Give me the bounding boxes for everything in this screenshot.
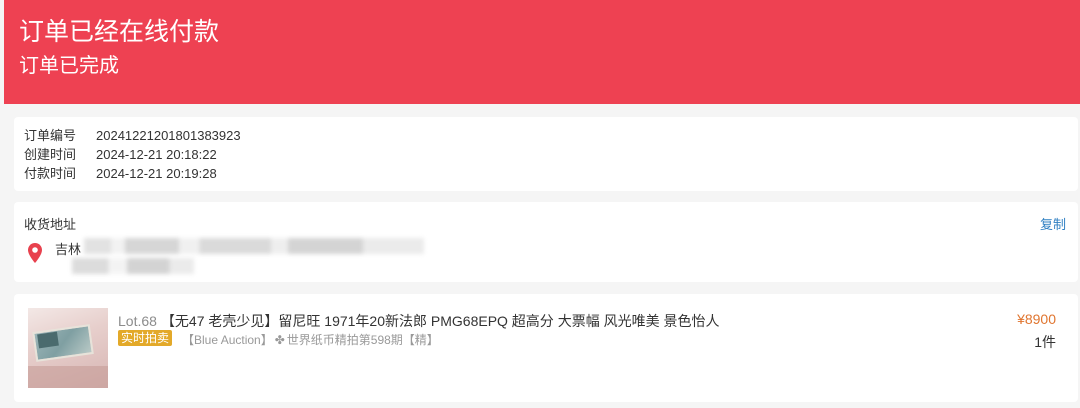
created-time-label: 创建时间 xyxy=(24,147,77,162)
order-info-card: 订单编号 20241221201801383923 创建时间 2024-12-21 … xyxy=(14,117,1078,191)
banknote-detail xyxy=(37,331,59,349)
auction-session: 世界纸币精拍第598期【精】 xyxy=(286,333,439,347)
address-redacted-line-1 xyxy=(84,238,424,254)
thumbnail-shade xyxy=(28,366,108,388)
address-redacted-line-2 xyxy=(72,258,194,274)
product-title[interactable]: Lot.68 【无47 老壳少见】留尼旺 1971年20新法郎 PMG68EPQ … xyxy=(118,311,719,331)
product-item[interactable]: Lot.68 【无47 老壳少见】留尼旺 1971年20新法郎 PMG68EPQ … xyxy=(14,294,1078,402)
product-quantity: 1件 xyxy=(1034,334,1056,350)
product-title-text: 【无47 老壳少见】留尼旺 1971年20新法郎 PMG68EPQ 超高分 大票… xyxy=(160,313,720,329)
copy-address-button[interactable]: 复制 xyxy=(1040,214,1066,233)
order-status-header: 订单已经在线付款 订单已完成 xyxy=(4,0,1080,104)
auction-house-icon: ✤ xyxy=(274,333,285,347)
paid-time-row: 付款时间 2024-12-21 20:19:28 xyxy=(24,164,217,183)
auction-source: 【Blue Auction】 ✤ 世界纸币精拍第598期【精】 xyxy=(182,331,439,348)
shipping-address-card: 收货地址 复制 吉林 xyxy=(14,202,1078,282)
lot-number: Lot.68 xyxy=(118,313,157,329)
auction-house: 【Blue Auction】 xyxy=(182,333,273,347)
product-price: ¥8900 xyxy=(1017,311,1056,327)
address-province: 吉林 xyxy=(55,242,82,257)
created-time-value: 2024-12-21 20:18:22 xyxy=(96,147,217,162)
paid-time-label: 付款时间 xyxy=(24,166,77,181)
location-pin-icon xyxy=(28,243,42,263)
created-time-row: 创建时间 2024-12-21 20:18:22 xyxy=(24,145,217,164)
shipping-address-label: 收货地址 xyxy=(24,217,77,232)
paid-time-value: 2024-12-21 20:19:28 xyxy=(96,166,217,181)
order-status-subtitle: 订单已完成 xyxy=(19,55,119,77)
live-auction-badge: 实时拍卖 xyxy=(118,330,173,346)
order-detail-page: 订单已经在线付款 订单已完成 订单编号 20241221201801383923 … xyxy=(0,0,1080,408)
order-status-title: 订单已经在线付款 xyxy=(19,18,220,46)
product-thumbnail[interactable] xyxy=(28,308,108,388)
order-number-label: 订单编号 xyxy=(24,128,77,143)
order-number-row: 订单编号 20241221201801383923 xyxy=(24,126,241,145)
order-number-value: 20241221201801383923 xyxy=(96,128,241,143)
